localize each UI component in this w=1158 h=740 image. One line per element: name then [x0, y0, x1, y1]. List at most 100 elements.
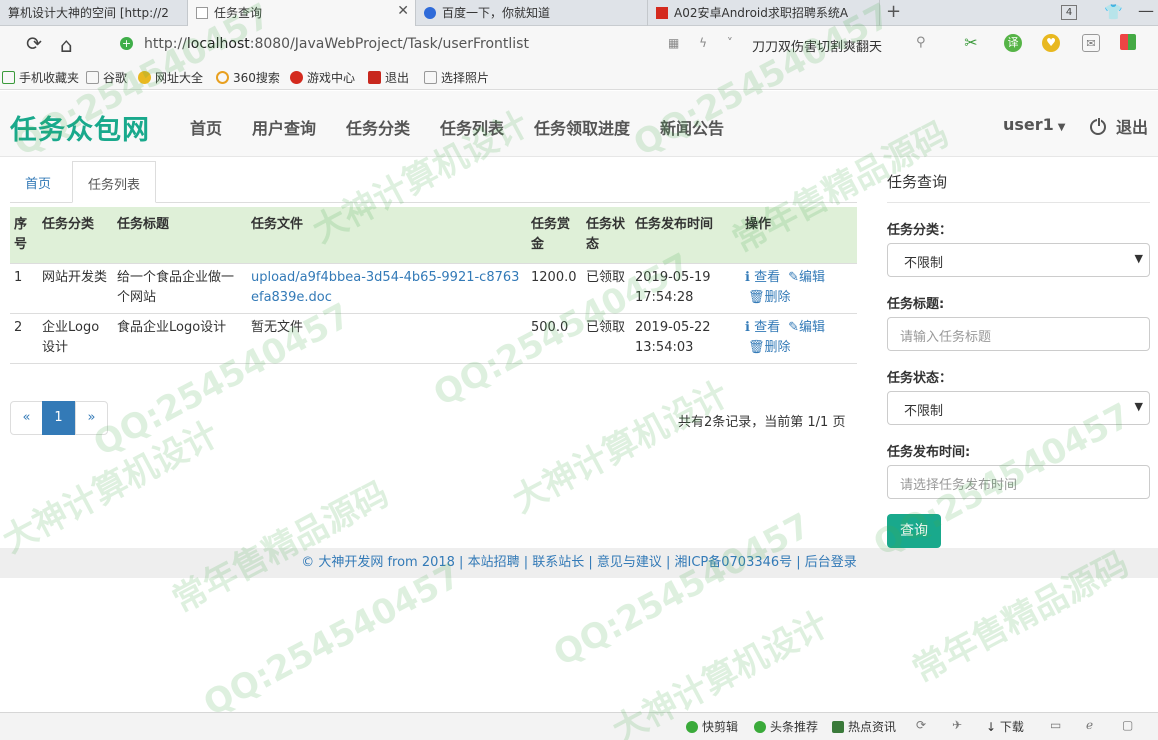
home-icon[interactable]: ⌂ [60, 33, 73, 57]
cell-no: 1 [10, 263, 38, 314]
dropdown-arrow-icon: ▼ [1134, 400, 1143, 413]
time-label: 任务发布时间: [887, 445, 971, 460]
logout-button[interactable]: 退出 [1090, 114, 1148, 138]
watermark-text: 常年售精品源码 [162, 467, 395, 622]
status-item[interactable]: ↓ 下载 [986, 718, 1024, 735]
delete-button[interactable]: 🗑删除 [748, 290, 791, 305]
cell-reward: 1200.0 [527, 263, 582, 314]
cell-title: 食品企业Logo设计 [113, 313, 247, 364]
browser-tab-strip: 算机设计大神的空间 [http://2 任务查询 ✕ 百度一下，你就知道 A02… [0, 0, 1158, 26]
translate-icon[interactable]: 译 [1004, 34, 1022, 52]
browser-tab-title: 算机设计大神的空间 [http://2 [8, 6, 169, 20]
category-label: 任务分类： [887, 223, 953, 238]
status-item[interactable]: 快剪辑 [686, 718, 738, 735]
site-brand[interactable]: 任务众包网 [10, 108, 150, 147]
nav-user-query[interactable]: 用户查询 [252, 115, 316, 139]
column-header: 任务发布时间 [631, 207, 741, 264]
edit-button[interactable]: ✎编辑 [788, 320, 825, 335]
page-info: 共有2条记录，当前第 1/1 页 [678, 415, 846, 430]
column-header: 任务文件 [247, 207, 527, 264]
scissors-icon[interactable]: ✂ [962, 34, 980, 52]
page-1-button[interactable]: 1 [42, 401, 75, 435]
new-tab-icon[interactable]: + [886, 1, 901, 22]
cell-status: 已领取 [582, 263, 631, 314]
delete-button[interactable]: 🗑删除 [748, 340, 791, 355]
status-select[interactable]: 不限制 ▼ [887, 391, 1150, 425]
phone-icon [2, 71, 15, 84]
column-header: 任务分类 [38, 207, 113, 264]
baidu-icon [424, 7, 436, 19]
site-footer[interactable]: © 大神开发网 from 2018 | 本站招聘 | 联系站长 | 意见与建议 … [0, 548, 1158, 578]
tab-home[interactable]: 首页 [10, 161, 66, 203]
title-label: 任务标题: [887, 297, 945, 312]
extension-icon[interactable]: ♥ [1042, 34, 1060, 52]
cell-category: 企业Logo设计 [38, 313, 113, 364]
page-icon [196, 7, 208, 19]
trash-icon: 🗑 [748, 340, 765, 355]
task-table: 序号 任务分类 任务标题 任务文件 任务赏金 任务状态 任务发布时间 操作 1 … [10, 207, 857, 364]
close-icon[interactable]: ✕ [397, 3, 409, 19]
fullscreen-icon[interactable]: ▢ [1122, 718, 1133, 732]
browser-icon[interactable]: ℯ [1086, 718, 1093, 732]
nav-task-category[interactable]: 任务分类 [346, 115, 410, 139]
bookmark-item[interactable]: 网址大全 [138, 69, 203, 86]
game-icon [290, 71, 303, 84]
search-360-icon [216, 71, 229, 84]
skin-icon[interactable]: 👕 [1104, 3, 1123, 21]
tab-count-badge[interactable]: 4 [1061, 5, 1077, 20]
view-button[interactable]: ℹ 查看 [745, 320, 780, 335]
query-button[interactable]: 查询 [887, 514, 941, 548]
cell-status: 已领取 [582, 313, 631, 364]
bookmark-item[interactable]: 游戏中心 [290, 69, 355, 86]
next-page-button[interactable]: » [75, 401, 108, 435]
refresh-icon[interactable]: ⟳ [26, 33, 42, 55]
status-item[interactable]: 头条推荐 [754, 718, 818, 735]
secure-icon: + [120, 37, 133, 50]
url-field[interactable]: http://localhost:8080/JavaWebProject/Tas… [144, 36, 529, 52]
exit-icon [368, 71, 381, 84]
tab-task-list[interactable]: 任务列表 [72, 161, 157, 203]
browser-tab[interactable]: 算机设计大神的空间 [http://2 [0, 0, 188, 26]
title-input[interactable]: 请输入任务标题 [887, 317, 1150, 351]
bookmark-item[interactable]: 选择照片 [424, 69, 489, 86]
apps-icon[interactable] [1120, 34, 1136, 50]
browser-tab-active[interactable]: 任务查询 ✕ [188, 0, 416, 26]
window-control-icon[interactable]: — [1138, 1, 1154, 20]
category-select[interactable]: 不限制 ▼ [887, 243, 1150, 277]
column-header: 任务赏金 [527, 207, 582, 264]
browser-tab[interactable]: 百度一下，你就知道 [416, 0, 648, 26]
nav-home[interactable]: 首页 [190, 115, 222, 139]
search-icon[interactable]: ⚲ [916, 35, 926, 50]
settings-icon[interactable]: ⟳ [916, 718, 926, 732]
nav-task-list[interactable]: 任务列表 [440, 115, 504, 139]
browser-tab[interactable]: A02安卓Android求职招聘系统A [648, 0, 880, 26]
cell-category: 网站开发类 [38, 263, 113, 314]
watermark-text: 大神计算机设计 [506, 374, 736, 522]
screenshot-icon[interactable]: ✉ [1082, 34, 1100, 52]
site-icon [656, 7, 668, 19]
nav-news[interactable]: 新闻公告 [660, 115, 724, 139]
tool-icon[interactable]: ✈ [952, 718, 962, 732]
window-icon[interactable]: ▭ [1050, 718, 1061, 732]
prev-page-button[interactable]: « [10, 401, 43, 435]
nav-task-progress[interactable]: 任务领取进度 [534, 115, 630, 139]
cell-title: 给一个食品企业做一个网站 [113, 263, 247, 314]
user-name: user1 [1003, 115, 1054, 134]
task-file-link[interactable]: upload/a9f4bbea-3d54-4b65-9921-c8763efa8… [251, 270, 519, 305]
browser-tab-title: 百度一下，你就知道 [442, 6, 551, 20]
browser-search-field[interactable]: 刀刀双伤害切割爽翻天 [752, 36, 882, 55]
view-button[interactable]: ℹ 查看 [745, 270, 780, 285]
query-panel: 任务查询 任务分类： 不限制 ▼ 任务标题: 请输入任务标题 任务状态： 不限制 ▼… [887, 163, 1150, 548]
bookmark-item[interactable]: 谷歌 [86, 69, 127, 86]
column-header: 操作 [741, 207, 857, 264]
bookmark-item[interactable]: 退出 [368, 69, 409, 86]
edit-button[interactable]: ✎编辑 [788, 270, 825, 285]
user-menu[interactable]: user1 ▼ [1003, 115, 1066, 134]
pencil-icon: ✎ [788, 270, 800, 285]
time-input[interactable]: 请选择任务发布时间 [887, 465, 1150, 499]
bookmark-item[interactable]: 手机收藏夹 [2, 69, 79, 86]
status-item[interactable]: 热点资讯 [832, 718, 896, 735]
address-tools-icons[interactable]: ▦ ϟ ˅ [668, 36, 741, 50]
bookmark-item[interactable]: 360搜索 [216, 69, 280, 86]
cell-time: 2019-05-22 13:54:03 [631, 313, 741, 364]
